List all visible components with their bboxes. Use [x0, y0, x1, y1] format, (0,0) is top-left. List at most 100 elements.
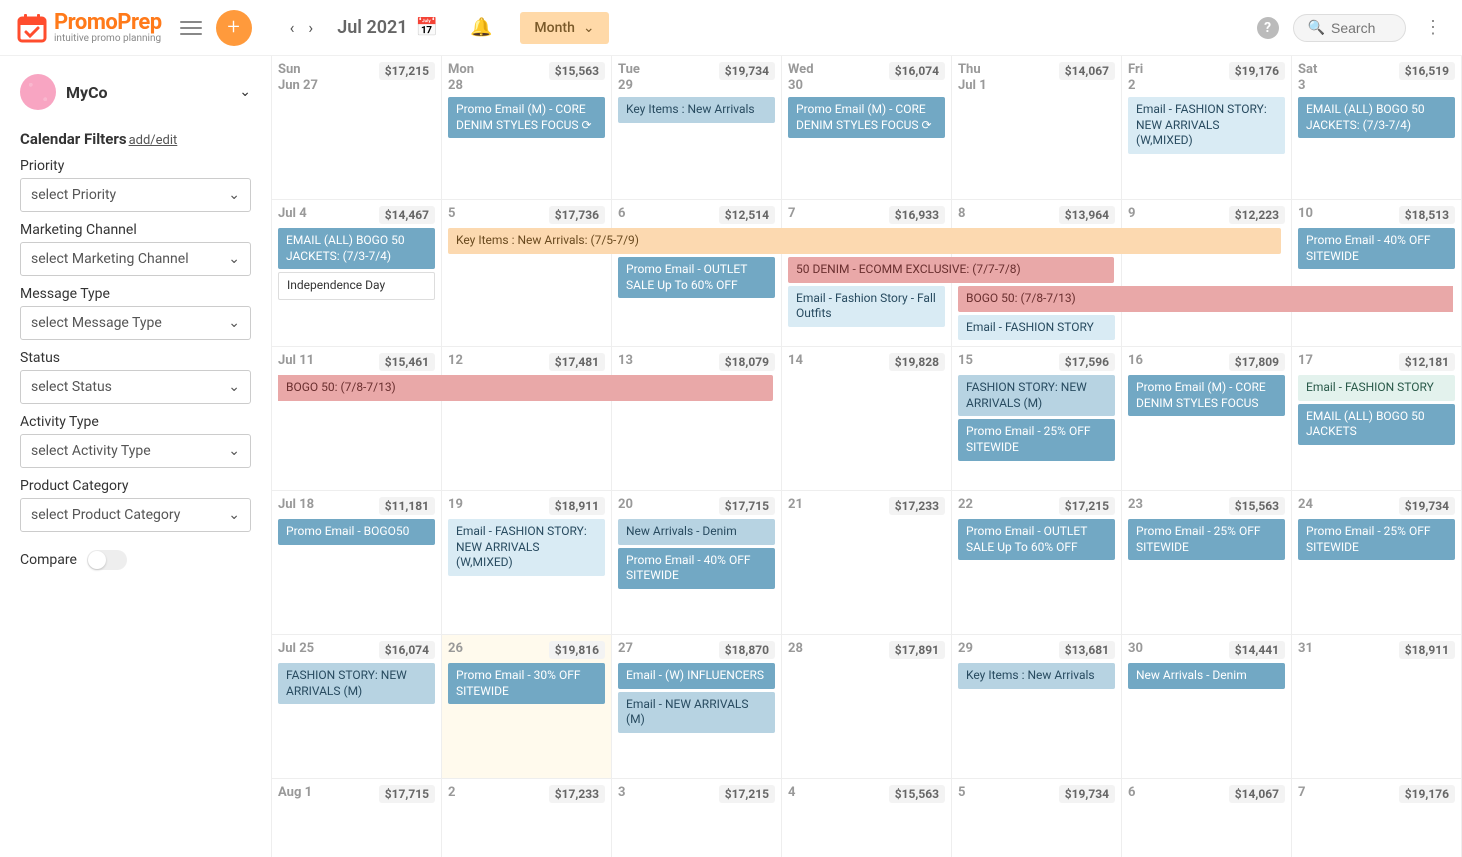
calendar-event[interactable]: Promo Email (M) - CORE DENIM STYLES FOCU… [1128, 375, 1285, 416]
prev-month-icon[interactable]: ‹ [286, 14, 299, 41]
calendar-cell[interactable]: Aug 1$17,715 [272, 779, 442, 857]
add-button[interactable]: + [216, 10, 252, 46]
calendar-cell[interactable]: 10$18,513Promo Email - 40% OFF SITEWIDE [1292, 200, 1462, 347]
calendar-cell[interactable]: 26$19,816Promo Email - 30% OFF SITEWIDE [442, 635, 612, 779]
calendar-event[interactable]: Email - FASHION STORY: NEW ARRIVALS (W,M… [448, 519, 605, 576]
calendar-event[interactable]: Promo Email - 40% OFF SITEWIDE [1298, 228, 1455, 269]
calendar-cell[interactable]: 6$12,514Promo Email - OUTLET SALE Up To … [612, 200, 782, 347]
calendar-cell[interactable]: 14$19,828 [782, 347, 952, 491]
calendar-cell[interactable]: Sat3$16,519EMAIL (ALL) BOGO 50 JACKETS: … [1292, 56, 1462, 200]
calendar-event[interactable]: BOGO 50: (7/8-7/13) [278, 375, 773, 401]
calendar-cell[interactable]: Jul 4$14,467EMAIL (ALL) BOGO 50 JACKETS:… [272, 200, 442, 347]
calendar-event[interactable]: Promo Email - 30% OFF SITEWIDE [448, 663, 605, 704]
calendar-event[interactable]: FASHION STORY: NEW ARRIVALS (M) [958, 375, 1115, 416]
calendar-cell[interactable]: Jul 25$16,074FASHION STORY: NEW ARRIVALS… [272, 635, 442, 779]
calendar-event[interactable]: Email - FASHION STORY: NEW ARRIVALS (W,M… [1128, 97, 1285, 154]
cell-amount: $13,681 [1059, 641, 1115, 659]
calendar-cell[interactable]: ThuJul 1$14,067 [952, 56, 1122, 200]
calendar-event[interactable]: Promo Email - 25% OFF SITEWIDE [958, 419, 1115, 460]
calendar-cell[interactable]: Mon28$15,563Promo Email (M) - CORE DENIM… [442, 56, 612, 200]
logo[interactable]: PromoPrep intuitive promo planning [16, 12, 162, 44]
calendar-event[interactable]: Email - FASHION STORY [958, 315, 1115, 341]
filter-select-activity-type[interactable]: select Activity Type⌄ [20, 434, 251, 468]
calendar-cell[interactable]: Wed30$16,074Promo Email (M) - CORE DENIM… [782, 56, 952, 200]
calendar-event[interactable]: EMAIL (ALL) BOGO 50 JACKETS: (7/3-7/4) [278, 228, 435, 269]
notifications-icon[interactable]: 🔔 [470, 17, 492, 38]
calendar-event[interactable]: Key Items : New Arrivals [958, 663, 1115, 689]
calendar-cell[interactable]: 9$12,223 [1122, 200, 1292, 347]
calendar-event[interactable]: Email - NEW ARRIVALS (M) [618, 692, 775, 733]
calendar-event[interactable]: FASHION STORY: NEW ARRIVALS (M) [278, 663, 435, 704]
calendar-cell[interactable]: 28$17,891 [782, 635, 952, 779]
calendar-cell[interactable]: 17$12,181Email - FASHION STORYEMAIL (ALL… [1292, 347, 1462, 491]
calendar-cell[interactable]: 7$16,93350 DENIM - ECOMM EXCLUSIVE: (7/7… [782, 200, 952, 347]
calendar-event[interactable]: Promo Email - 25% OFF SITEWIDE [1298, 519, 1455, 560]
calendar-cell[interactable]: Jul 11$15,461BOGO 50: (7/8-7/13) [272, 347, 442, 491]
calendar-cell[interactable]: 19$18,911Email - FASHION STORY: NEW ARRI… [442, 491, 612, 635]
month-picker[interactable]: Jul 2021 📅 [337, 17, 438, 38]
search-input[interactable] [1331, 20, 1391, 36]
filter-select-message-type[interactable]: select Message Type⌄ [20, 306, 251, 340]
calendar-event[interactable]: New Arrivals - Denim [618, 519, 775, 545]
calendar-cell[interactable]: 30$14,441New Arrivals - Denim [1122, 635, 1292, 779]
calendar-event[interactable]: EMAIL (ALL) BOGO 50 JACKETS [1298, 404, 1455, 445]
calendar-cell[interactable]: 5$17,736Key Items : New Arrivals: (7/5-7… [442, 200, 612, 347]
calendar-cell[interactable]: 24$19,734Promo Email - 25% OFF SITEWIDE [1292, 491, 1462, 635]
calendar-cell[interactable]: 4$15,563 [782, 779, 952, 857]
filter-select-priority[interactable]: select Priority⌄ [20, 178, 251, 212]
filter-select-status[interactable]: select Status⌄ [20, 370, 251, 404]
calendar-event[interactable]: Promo Email - 40% OFF SITEWIDE [618, 548, 775, 589]
calendar-event[interactable]: Email - FASHION STORY [1298, 375, 1455, 401]
calendar-cell[interactable]: 12$17,481 [442, 347, 612, 491]
menu-toggle-icon[interactable] [180, 21, 202, 35]
calendar-event[interactable]: Independence Day [278, 272, 435, 300]
calendar-cell[interactable]: 20$17,715New Arrivals - DenimPromo Email… [612, 491, 782, 635]
calendar-cell[interactable]: 5$19,734 [952, 779, 1122, 857]
calendar-cell[interactable]: 23$15,563Promo Email - 25% OFF SITEWIDE [1122, 491, 1292, 635]
filter-select-product-category[interactable]: select Product Category⌄ [20, 498, 251, 532]
calendar-cell[interactable]: 27$18,870Email - (W) INFLUENCERSEmail - … [612, 635, 782, 779]
view-mode-select[interactable]: Month ⌄ [520, 12, 608, 44]
calendar-cell[interactable]: 16$17,809Promo Email (M) - CORE DENIM ST… [1122, 347, 1292, 491]
filter-select-marketing-channel[interactable]: select Marketing Channel⌄ [20, 242, 251, 276]
calendar-cell[interactable]: 6$14,067 [1122, 779, 1292, 857]
calendar-cell[interactable]: SunJun 27$17,215 [272, 56, 442, 200]
search-box[interactable]: 🔍 [1293, 14, 1406, 42]
calendar-cell[interactable]: 13$18,079 [612, 347, 782, 491]
calendar-event[interactable]: Promo Email - BOGO50 [278, 519, 435, 545]
calendar-cell[interactable]: 15$17,596FASHION STORY: NEW ARRIVALS (M)… [952, 347, 1122, 491]
calendar-cell[interactable]: 7$19,176 [1292, 779, 1462, 857]
compare-toggle[interactable] [87, 550, 127, 570]
calendar-event[interactable]: Promo Email - 25% OFF SITEWIDE [1128, 519, 1285, 560]
calendar-event[interactable]: 50 DENIM - ECOMM EXCLUSIVE: (7/7-7/8) [788, 257, 1114, 283]
calendar-event[interactable]: EMAIL (ALL) BOGO 50 JACKETS: (7/3-7/4) [1298, 97, 1455, 138]
calendar-cell[interactable]: 2$17,233 [442, 779, 612, 857]
calendar-event[interactable]: Promo Email (M) - CORE DENIM STYLES FOCU… [448, 97, 605, 138]
calendar-event[interactable]: Key Items : New Arrivals: (7/5-7/9) [448, 228, 1281, 254]
calendar-event[interactable]: Email - (W) INFLUENCERS [618, 663, 775, 689]
calendar-cell[interactable]: 22$17,215Promo Email - OUTLET SALE Up To… [952, 491, 1122, 635]
calendar-event[interactable]: BOGO 50: (7/8-7/13) [958, 286, 1453, 312]
chevron-down-icon: ⌄ [228, 315, 240, 331]
org-avatar [20, 74, 56, 110]
next-month-icon[interactable]: › [304, 14, 317, 41]
calendar-event[interactable]: Promo Email - OUTLET SALE Up To 60% OFF [958, 519, 1115, 560]
cell-amount: $18,513 [1399, 206, 1455, 224]
calendar-cell[interactable]: 3$17,215 [612, 779, 782, 857]
calendar-event[interactable]: Key Items : New Arrivals [618, 97, 775, 123]
filters-edit-link[interactable]: add/edit [129, 133, 178, 148]
calendar-cell[interactable]: 31$18,911 [1292, 635, 1462, 779]
calendar-cell[interactable]: Jul 18$11,181Promo Email - BOGO50 [272, 491, 442, 635]
more-menu-icon[interactable]: ⋮ [1420, 13, 1446, 42]
calendar-cell[interactable]: Fri2$19,176Email - FASHION STORY: NEW AR… [1122, 56, 1292, 200]
calendar-cell[interactable]: Tue29$19,734Key Items : New Arrivals [612, 56, 782, 200]
calendar-event[interactable]: Promo Email - OUTLET SALE Up To 60% OFF [618, 257, 775, 298]
org-selector[interactable]: MyCo ⌄ [20, 70, 251, 126]
calendar-cell[interactable]: 21$17,233 [782, 491, 952, 635]
calendar-event[interactable]: New Arrivals - Denim [1128, 663, 1285, 689]
calendar-event[interactable]: Email - Fashion Story - Fall Outfits [788, 286, 945, 327]
help-icon[interactable]: ? [1257, 17, 1279, 39]
logo-tagline: intuitive promo planning [54, 34, 162, 44]
calendar-event[interactable]: Promo Email (M) - CORE DENIM STYLES FOCU… [788, 97, 945, 138]
calendar-cell[interactable]: 29$13,681Key Items : New Arrivals [952, 635, 1122, 779]
